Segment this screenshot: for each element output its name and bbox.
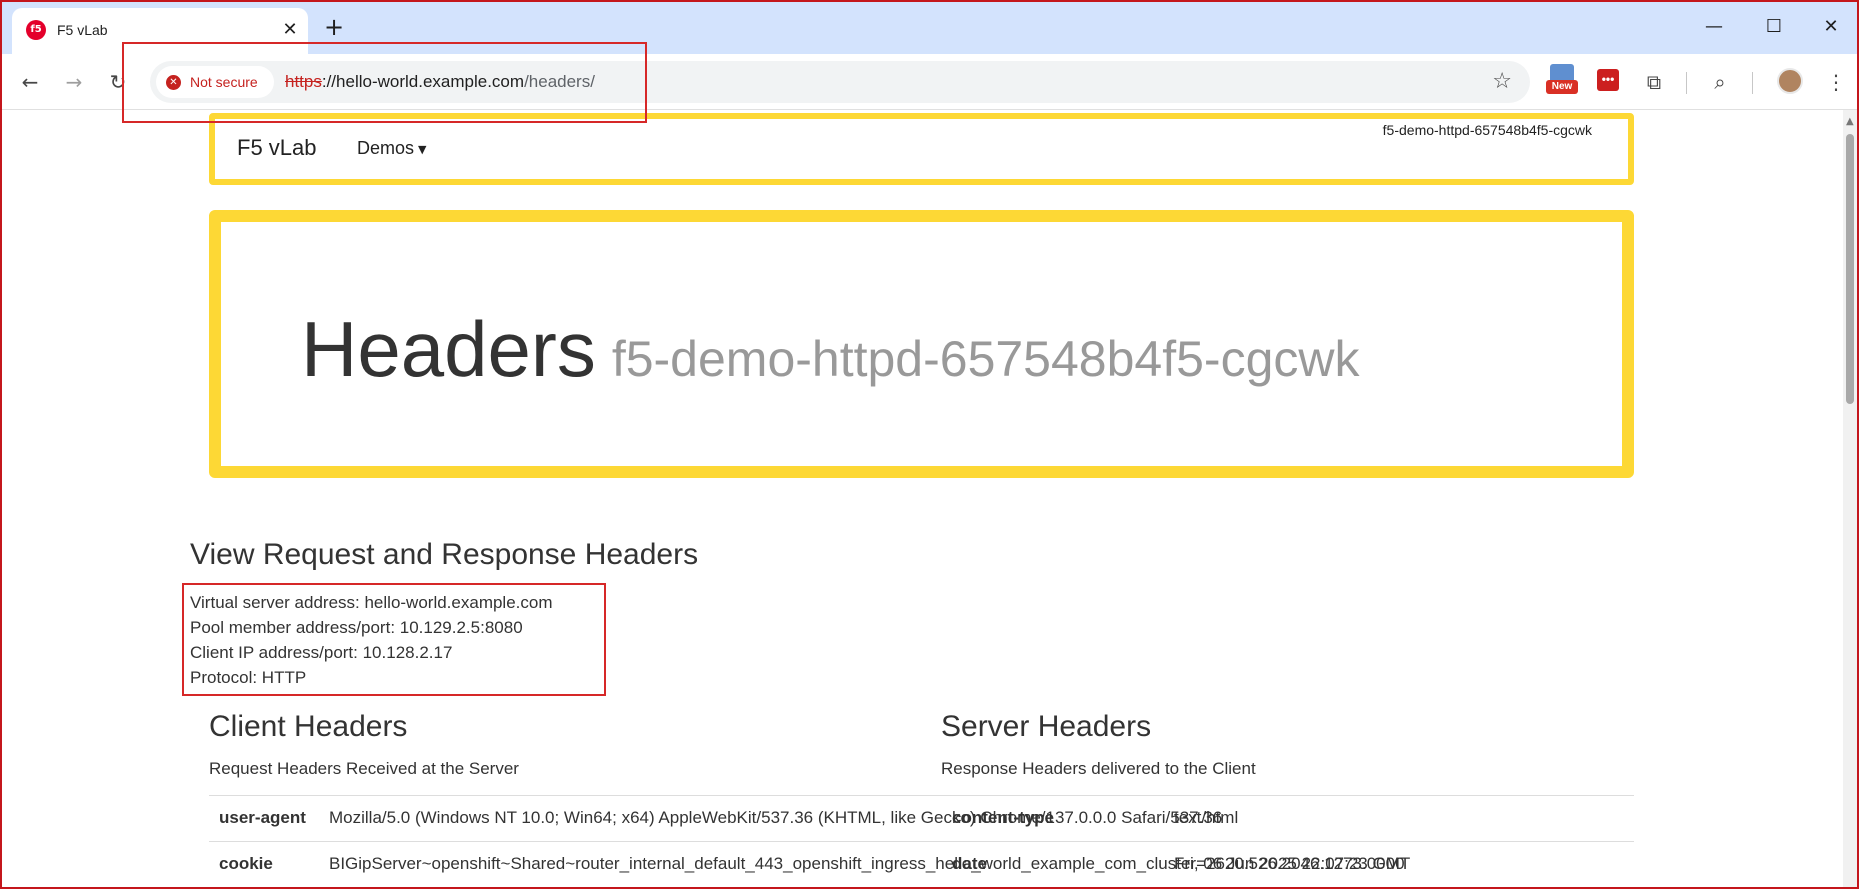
page-content: F5 vLab Demos ▼ f5-demo-httpd-657548b4f5-…	[2, 110, 1843, 887]
table-divider	[209, 795, 1634, 796]
server-header-value: text/html	[1174, 808, 1239, 827]
server-header-key: content-type	[952, 808, 1054, 827]
toolbar-divider	[1686, 72, 1687, 94]
close-window-button[interactable]: ✕	[1811, 12, 1851, 42]
extension-new-icon[interactable]: New	[1546, 64, 1578, 96]
scroll-up-arrow-icon[interactable]: ▲	[1846, 116, 1854, 127]
demos-label: Demos	[357, 138, 415, 158]
client-headers-subtitle: Request Headers Received at the Server	[209, 759, 519, 778]
info-annotation-box	[182, 583, 606, 696]
client-header-key: user-agent	[219, 808, 306, 827]
bookmark-star-icon[interactable]: ☆	[1492, 69, 1512, 94]
extension-new-badge: New	[1546, 80, 1578, 94]
maximize-button[interactable]: ☐	[1754, 12, 1794, 42]
navbar-pod-name: f5-demo-httpd-657548b4f5-cgcwk	[1382, 122, 1592, 138]
forward-arrow-icon[interactable]: →	[60, 68, 88, 96]
table-divider	[209, 841, 1634, 842]
server-header-value: Fri, 06 Jun 2025 22:07:23 GMT	[1174, 854, 1411, 873]
page-title-text: Headers	[301, 305, 596, 393]
extensions-puzzle-icon[interactable]: ⧉	[1640, 68, 1668, 96]
page-subtitle: f5-demo-httpd-657548b4f5-cgcwk	[611, 331, 1360, 387]
media-search-icon[interactable]: ⌕	[1706, 68, 1734, 96]
close-tab-icon[interactable]: ✕	[278, 18, 302, 42]
server-headers-subtitle: Response Headers delivered to the Client	[941, 759, 1256, 778]
url-annotation-box	[122, 42, 647, 123]
page-scrollbar[interactable]: ▲	[1843, 110, 1857, 887]
profile-avatar[interactable]	[1777, 68, 1803, 94]
caret-down-icon: ▼	[418, 142, 427, 156]
section-heading: View Request and Response Headers	[190, 538, 699, 571]
new-tab-button[interactable]: +	[320, 14, 348, 42]
browser-window: f5 F5 vLab ✕ + — ☐ ✕ ← → ↻ ✕ Not secure …	[0, 0, 1859, 889]
tab-title: F5 vLab	[57, 22, 108, 38]
client-header-value: Mozilla/5.0 (Windows NT 10.0; Win64; x64…	[329, 808, 1223, 827]
f5-logo-icon: f5	[26, 20, 46, 40]
page-title: Headers f5-demo-httpd-657548b4f5-cgcwk	[301, 304, 1359, 395]
back-arrow-icon[interactable]: ←	[16, 68, 44, 96]
menu-kebab-icon[interactable]: ⋮	[1822, 68, 1850, 96]
client-header-key: cookie	[219, 854, 273, 873]
minimize-button[interactable]: —	[1694, 12, 1734, 42]
demos-dropdown[interactable]: Demos ▼	[357, 138, 426, 159]
password-manager-icon[interactable]: •••	[1597, 69, 1619, 91]
toolbar-divider	[1752, 72, 1753, 94]
site-navbar: F5 vLab Demos ▼ f5-demo-httpd-657548b4f5-…	[209, 113, 1634, 185]
jumbotron: Headers f5-demo-httpd-657548b4f5-cgcwk	[209, 210, 1634, 478]
navbar-brand[interactable]: F5 vLab	[237, 135, 317, 161]
server-header-key: date	[952, 854, 987, 873]
client-headers-title: Client Headers	[209, 710, 408, 743]
server-headers-title: Server Headers	[941, 710, 1152, 743]
scrollbar-thumb[interactable]	[1846, 134, 1854, 404]
